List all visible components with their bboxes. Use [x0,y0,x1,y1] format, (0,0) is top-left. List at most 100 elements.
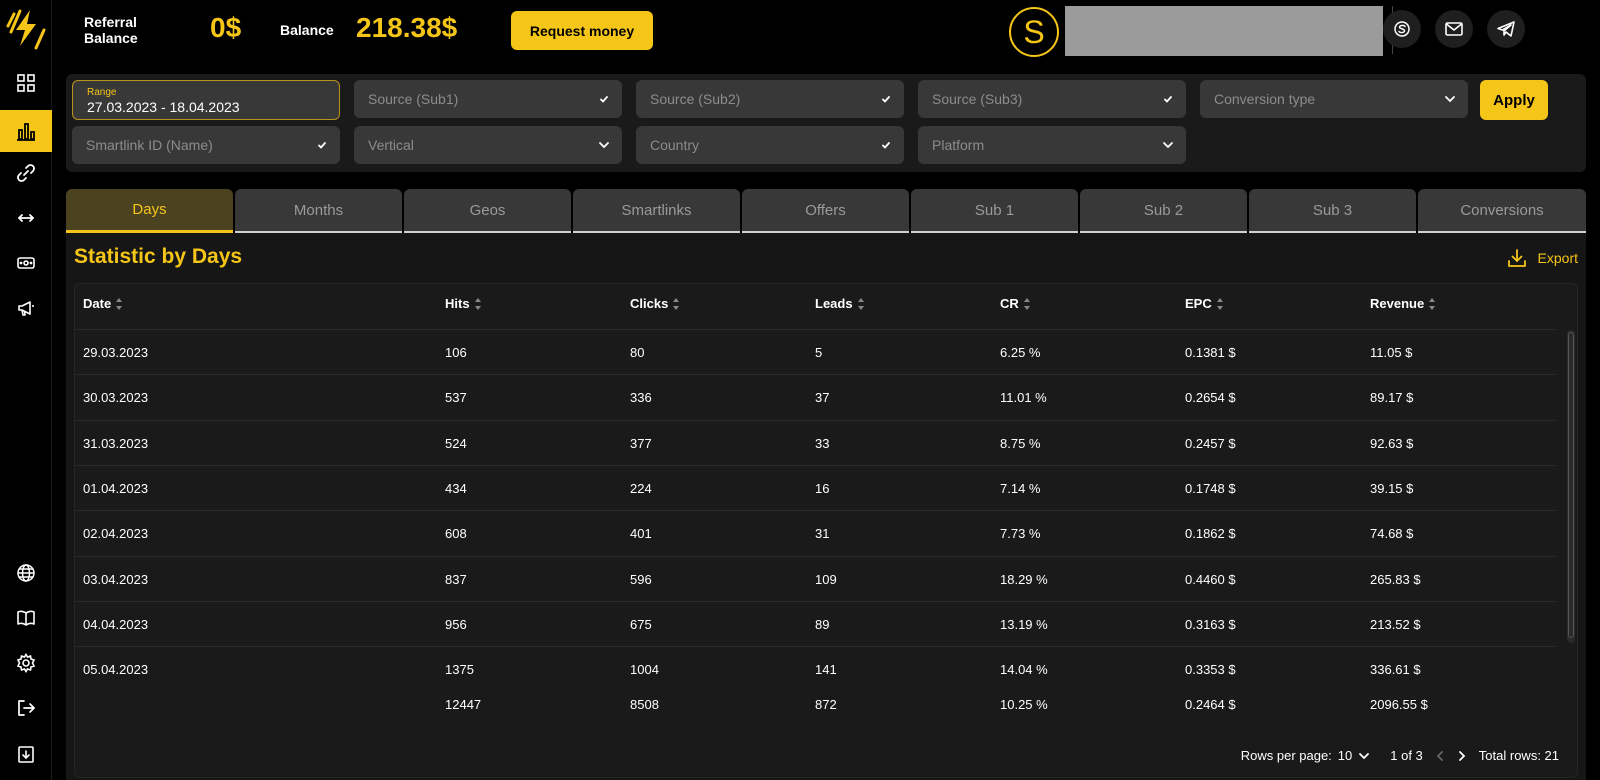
column-header-label: Clicks [630,296,669,311]
platform-placeholder: Platform [932,137,985,153]
smartlink-id-placeholder: Smartlink ID (Name) [86,137,213,153]
table-cell: 14.04 % [1000,662,1048,678]
tab-offers[interactable]: Offers [742,189,909,233]
export-button[interactable]: Export [1506,247,1578,269]
row-divider [75,600,1555,602]
table-scrollbar[interactable] [1567,330,1575,643]
conversion-type-select[interactable]: Conversion type [1200,80,1468,118]
table-cell: 5 [815,345,823,360]
sidebar-item-settings[interactable] [0,642,52,684]
sort-icon [1216,297,1224,310]
row-divider [75,374,1555,376]
logout-icon [18,700,35,716]
sidebar-item-docs[interactable] [0,597,52,639]
tab-conversions[interactable]: Conversions [1418,189,1586,233]
download-icon [1507,249,1526,267]
mail-icon [1445,22,1463,36]
telegram-button[interactable] [1487,10,1525,48]
table-cell: 1004 [630,662,659,678]
table-cell: 0.1862 $ [1185,526,1236,542]
chevron-right-icon[interactable] [1455,749,1469,763]
source-sub2-select[interactable]: Source (Sub2) [636,80,904,118]
range-field[interactable]: Range 27.03.2023 - 18.04.2023 [72,80,340,120]
sidebar-item-statistics[interactable] [0,110,52,152]
sidebar-item-transfers[interactable] [0,197,52,239]
lightning-logo-icon[interactable] [6,8,46,50]
column-header-date[interactable]: Date [83,296,123,311]
table-cell: 13.19 % [1000,616,1048,632]
sort-icon [1023,297,1031,310]
scrollbar-thumb[interactable] [1568,332,1574,638]
request-money-button[interactable]: Request money [511,11,653,50]
table-cell: 0.1381 $ [1185,345,1236,360]
source-sub1-placeholder: Source (Sub1) [368,91,459,107]
table-cell: 31.03.2023 [83,435,149,451]
sort-icon [116,297,123,310]
sidebar-item-promo[interactable] [0,287,52,329]
source-sub3-select[interactable]: Source (Sub3) [918,80,1186,118]
sidebar-item-dashboard[interactable] [0,62,52,104]
row-divider [75,646,1555,648]
tab-sub2[interactable]: Sub 2 [1080,189,1247,233]
sidebar-item-logout[interactable] [0,687,52,729]
chevron-down-icon [1163,142,1173,149]
sidebar-item-language[interactable] [0,552,52,594]
table-cell: 39.15 $ [1370,480,1414,496]
chevron-down-icon [599,142,609,149]
sidebar-item-download[interactable] [0,733,52,775]
column-header-epc[interactable]: EPC [1185,296,1224,311]
table-cell: 80 [630,345,645,360]
country-select[interactable]: Country [636,126,904,164]
table-cell: 89.17 $ [1370,390,1414,406]
table-cell: 18.29 % [1000,571,1048,587]
column-header-cr[interactable]: CR [1000,296,1031,311]
totals-cell: 10.25 % [1000,697,1048,712]
table-cell: 265.83 $ [1370,571,1421,587]
email-button[interactable] [1435,10,1473,48]
column-header-label: Hits [445,296,470,311]
rows-per-page-select[interactable]: 10 [1338,748,1352,763]
source-sub2-placeholder: Source (Sub2) [650,91,741,107]
table-cell: 0.1748 $ [1185,480,1236,496]
chevron-down-icon [1445,96,1455,103]
tab-days[interactable]: Days [66,189,233,233]
table-cell: 596 [630,571,652,587]
column-header-label: Date [83,296,112,311]
sidebar-item-links[interactable] [0,152,52,194]
table-cell: 7.14 % [1000,480,1041,496]
totals-cell: 8508 [630,697,659,712]
tab-sub1[interactable]: Sub 1 [911,189,1078,233]
platform-select[interactable]: Platform [918,126,1186,164]
tab-sub3[interactable]: Sub 3 [1249,189,1416,233]
checkmark-icon [882,142,890,149]
statistics-panel: Statistic by Days Export Date Hits Click… [66,233,1586,780]
referral-balance-label: Referral Balance [84,14,138,46]
checkmark-icon [318,142,326,149]
table-cell: 0.4460 $ [1185,571,1236,587]
avatar[interactable]: S [1009,7,1059,57]
smartlink-id-select[interactable]: Smartlink ID (Name) [72,126,340,164]
pagination [1429,749,1473,763]
skype-button[interactable] [1383,10,1421,48]
column-header-revenue[interactable]: Revenue [1370,296,1436,311]
chevron-left-icon[interactable] [1433,749,1447,763]
table-cell: 213.52 $ [1370,616,1421,632]
table-cell: 01.04.2023 [83,480,149,496]
sidebar-item-payments[interactable] [0,242,52,284]
column-header-clicks[interactable]: Clicks [630,296,680,311]
table-cell: 37 [815,390,830,406]
table-cell: 336.61 $ [1370,662,1421,678]
column-header-hits[interactable]: Hits [445,296,482,311]
chevron-down-icon[interactable] [1358,750,1370,762]
skype-icon [1394,21,1410,37]
source-sub1-select[interactable]: Source (Sub1) [354,80,622,118]
column-header-leads[interactable]: Leads [815,296,865,311]
filters-panel: Range 27.03.2023 - 18.04.2023 Source (Su… [66,74,1586,172]
tab-geos[interactable]: Geos [404,189,571,233]
table-cell: 956 [445,616,467,632]
apply-button[interactable]: Apply [1480,80,1548,120]
top-bar: Referral Balance 0$ Balance 218.38$ Requ… [52,0,1600,66]
vertical-select[interactable]: Vertical [354,126,622,164]
tab-smartlinks[interactable]: Smartlinks [573,189,740,233]
tab-months[interactable]: Months [235,189,402,233]
